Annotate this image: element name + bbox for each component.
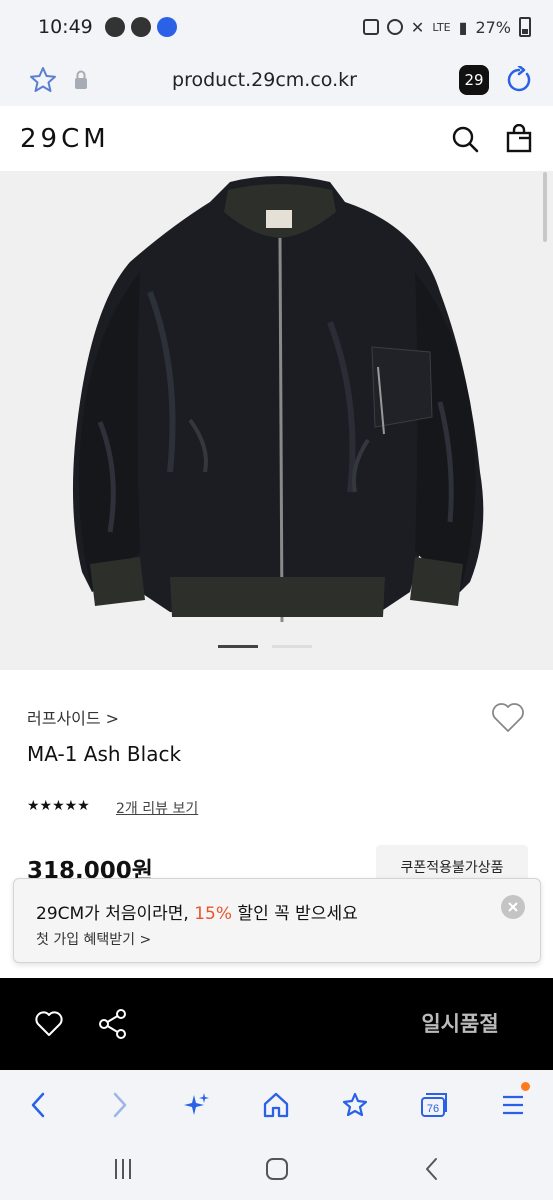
product-image[interactable] — [0, 172, 553, 670]
share-icon[interactable] — [98, 1008, 128, 1040]
cloud-icon — [130, 17, 151, 37]
pager-dot-1[interactable] — [218, 645, 258, 648]
notification-dot — [521, 1082, 530, 1091]
tabs-icon: 76 — [421, 1093, 447, 1117]
site-header: 29CM — [0, 106, 553, 172]
forward-icon — [113, 1092, 127, 1118]
forward-button[interactable] — [102, 1088, 136, 1122]
purchase-bar: 일시품절 — [0, 978, 553, 1070]
tabs-count: 76 — [427, 1103, 439, 1115]
battery-icon — [519, 17, 531, 37]
app-badge-icon — [156, 17, 177, 37]
browser-bottom-toolbar: 76 — [0, 1070, 553, 1138]
ai-sparkle-button[interactable] — [180, 1088, 214, 1122]
search-icon[interactable] — [451, 125, 479, 153]
home-button[interactable] — [259, 1088, 293, 1122]
url-text[interactable]: product.29cm.co.kr — [70, 69, 459, 91]
status-time: 10:49 — [38, 16, 93, 38]
favorites-button[interactable] — [338, 1088, 372, 1122]
rating-stars: ★★★★★ — [27, 798, 90, 814]
home-icon[interactable] — [262, 1156, 292, 1182]
signup-promo-toast[interactable]: 29CM가 처음이라면, 15% 할인 꼭 받으세요 첫 가입 혜택받기 > — [13, 878, 541, 963]
home-icon — [263, 1092, 289, 1118]
product-title: MA-1 Ash Black — [27, 742, 182, 766]
tabs-button[interactable]: 76 — [417, 1088, 451, 1122]
review-link[interactable]: 2개 리뷰 보기 — [116, 798, 198, 818]
jacket-photo — [72, 176, 484, 623]
cart-icon[interactable] — [505, 123, 533, 154]
reload-icon[interactable] — [505, 66, 533, 94]
wishlist-heart-icon[interactable] — [490, 700, 526, 734]
site-logo[interactable]: 29CM — [20, 124, 110, 154]
sparkle-icon — [184, 1093, 209, 1115]
bookmark-star-icon[interactable] — [28, 65, 58, 95]
brand-link[interactable]: 러프사이드 > — [27, 705, 119, 729]
toast-close-button[interactable] — [501, 895, 525, 919]
tab-count-button[interactable]: 29 — [459, 65, 489, 95]
signal-icon: ▮ — [458, 17, 468, 37]
back-button[interactable] — [22, 1088, 56, 1122]
status-system-icons: ✕ LTE ▮ 27% — [362, 17, 531, 37]
system-nav-bar — [0, 1138, 553, 1200]
page-scrollbar[interactable] — [543, 172, 547, 242]
menu-icon — [503, 1095, 523, 1115]
signup-benefit-link[interactable]: 첫 가입 혜택받기 > — [36, 929, 151, 949]
menu-button[interactable] — [496, 1082, 530, 1122]
back-icon — [31, 1092, 45, 1118]
like-heart-icon[interactable] — [34, 1010, 64, 1038]
battery-percent: 27% — [475, 17, 511, 37]
alarm-icon — [386, 19, 403, 35]
image-pager[interactable] — [218, 645, 312, 648]
status-notification-icons — [104, 17, 177, 37]
soldout-button[interactable]: 일시품절 — [380, 1008, 540, 1038]
promo-headline: 29CM가 처음이라면, 15% 할인 꼭 받으세요 — [36, 904, 358, 924]
favorites-icon — [342, 1092, 368, 1117]
close-icon — [508, 902, 518, 912]
promo-discount: 15% — [194, 904, 233, 924]
screenshot-icon — [362, 19, 379, 35]
mute-icon: ✕ — [410, 17, 425, 37]
browser-url-bar: product.29cm.co.kr 29 — [0, 54, 553, 106]
pager-dot-2[interactable] — [272, 645, 312, 648]
network-label: LTE — [432, 20, 451, 34]
status-bar: 10:49 ✕ LTE ▮ 27% — [0, 0, 553, 54]
chat-icon — [104, 17, 125, 37]
back-icon[interactable] — [418, 1156, 448, 1182]
recents-icon[interactable] — [108, 1156, 138, 1182]
